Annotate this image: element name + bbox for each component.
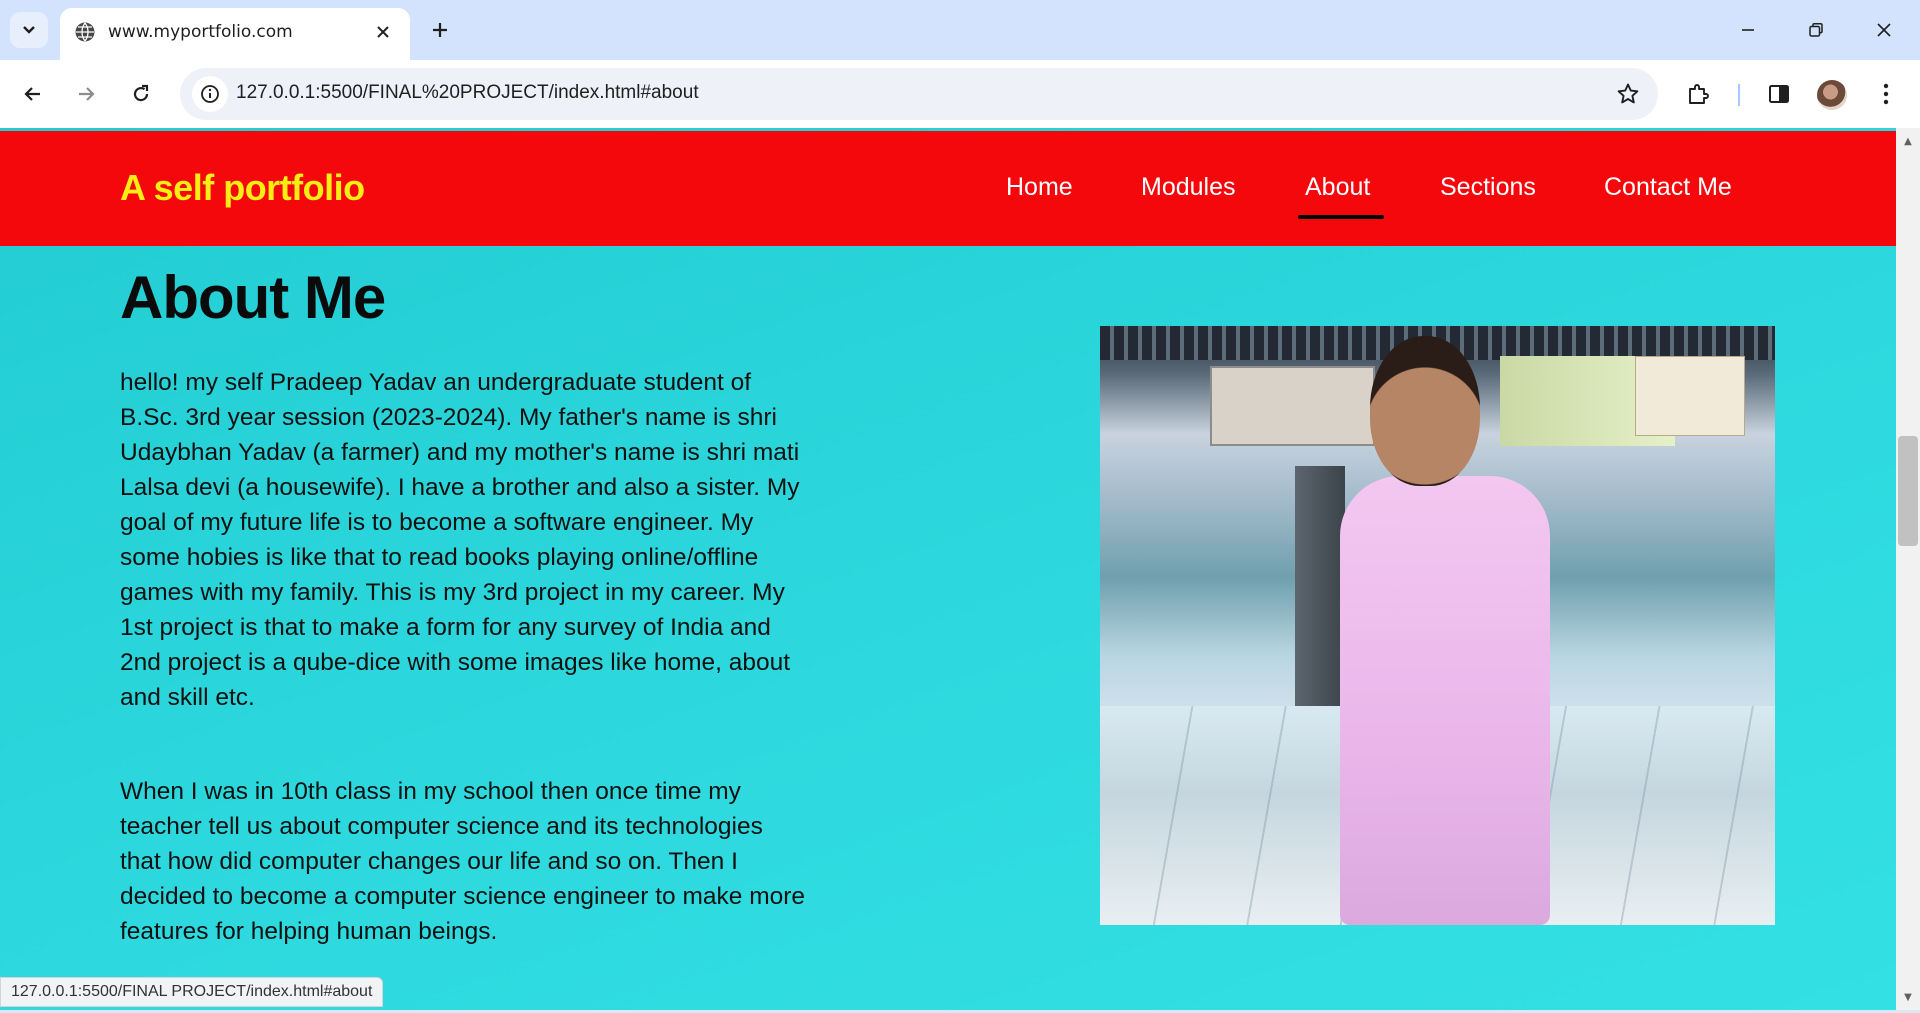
minimize-icon — [1742, 29, 1754, 31]
extensions-icon — [1689, 84, 1709, 104]
link-status-bubble: 127.0.0.1:5500/FINAL PROJECT/index.html#… — [0, 977, 384, 1007]
reload-button[interactable] — [121, 74, 161, 114]
minimize-button[interactable] — [1726, 10, 1770, 50]
page-viewport: A self portfolio Home Modules About Sect… — [0, 128, 1896, 1010]
nav-contact-me[interactable]: Contact Me — [1604, 173, 1732, 202]
back-button[interactable] — [13, 74, 53, 114]
forward-button[interactable] — [66, 74, 106, 114]
address-bar[interactable]: 127.0.0.1:5500/FINAL%20PROJECT/index.htm… — [180, 68, 1658, 120]
scroll-down-arrow[interactable]: ▼ — [1901, 990, 1915, 1004]
nav-about[interactable]: About — [1305, 173, 1370, 202]
plus-icon — [433, 23, 447, 37]
restore-icon — [1809, 22, 1823, 37]
restore-button[interactable] — [1794, 10, 1838, 50]
forward-icon — [79, 87, 95, 101]
close-icon — [377, 26, 389, 38]
side-panel-button[interactable] — [1761, 76, 1797, 112]
info-icon — [201, 85, 219, 103]
more-menu-button[interactable] — [1868, 76, 1904, 112]
back-icon — [24, 87, 40, 101]
site-info-button[interactable] — [192, 76, 228, 112]
extensions-button[interactable] — [1680, 76, 1716, 112]
window-close-button[interactable] — [1862, 10, 1906, 50]
bookmark-star-icon — [1617, 83, 1639, 104]
site-header: A self portfolio Home Modules About Sect… — [0, 131, 1896, 246]
new-tab-button[interactable] — [424, 14, 456, 46]
about-title: About Me — [120, 264, 386, 331]
scrollbar-thumb[interactable] — [1898, 436, 1918, 546]
browser-toolbar: 127.0.0.1:5500/FINAL%20PROJECT/index.htm… — [0, 60, 1920, 128]
globe-icon — [75, 22, 95, 42]
profile-avatar[interactable] — [1817, 80, 1847, 110]
tab-strip: www.myportfolio.com — [0, 0, 1920, 60]
toolbar-separator — [1738, 84, 1740, 106]
active-nav-underline — [1298, 215, 1384, 219]
nav-home[interactable]: Home — [1006, 173, 1073, 202]
bookmark-button[interactable] — [1612, 78, 1644, 110]
nav-modules[interactable]: Modules — [1141, 173, 1236, 202]
side-panel-icon — [1769, 85, 1789, 103]
tab-close-button[interactable] — [370, 19, 396, 45]
tab-search-button[interactable] — [10, 12, 48, 48]
more-menu-icon — [1883, 83, 1889, 105]
tab-title: www.myportfolio.com — [108, 22, 293, 42]
page-scrollbar[interactable] — [1896, 128, 1920, 1010]
reload-icon — [133, 84, 149, 102]
window-close-icon — [1877, 23, 1891, 37]
chevron-down-icon — [23, 26, 35, 34]
scroll-up-arrow[interactable]: ▲ — [1901, 134, 1915, 148]
about-paragraph-1: hello! my self Pradeep Yadav an undergra… — [120, 369, 800, 711]
browser-tab[interactable]: www.myportfolio.com — [60, 8, 410, 60]
url-text[interactable]: 127.0.0.1:5500/FINAL%20PROJECT/index.htm… — [236, 82, 699, 104]
profile-photo — [1100, 326, 1775, 925]
nav-sections[interactable]: Sections — [1440, 173, 1536, 202]
about-paragraph-2: When I was in 10th class in my school th… — [120, 778, 806, 945]
brand-logo[interactable]: A self portfolio — [120, 167, 365, 209]
